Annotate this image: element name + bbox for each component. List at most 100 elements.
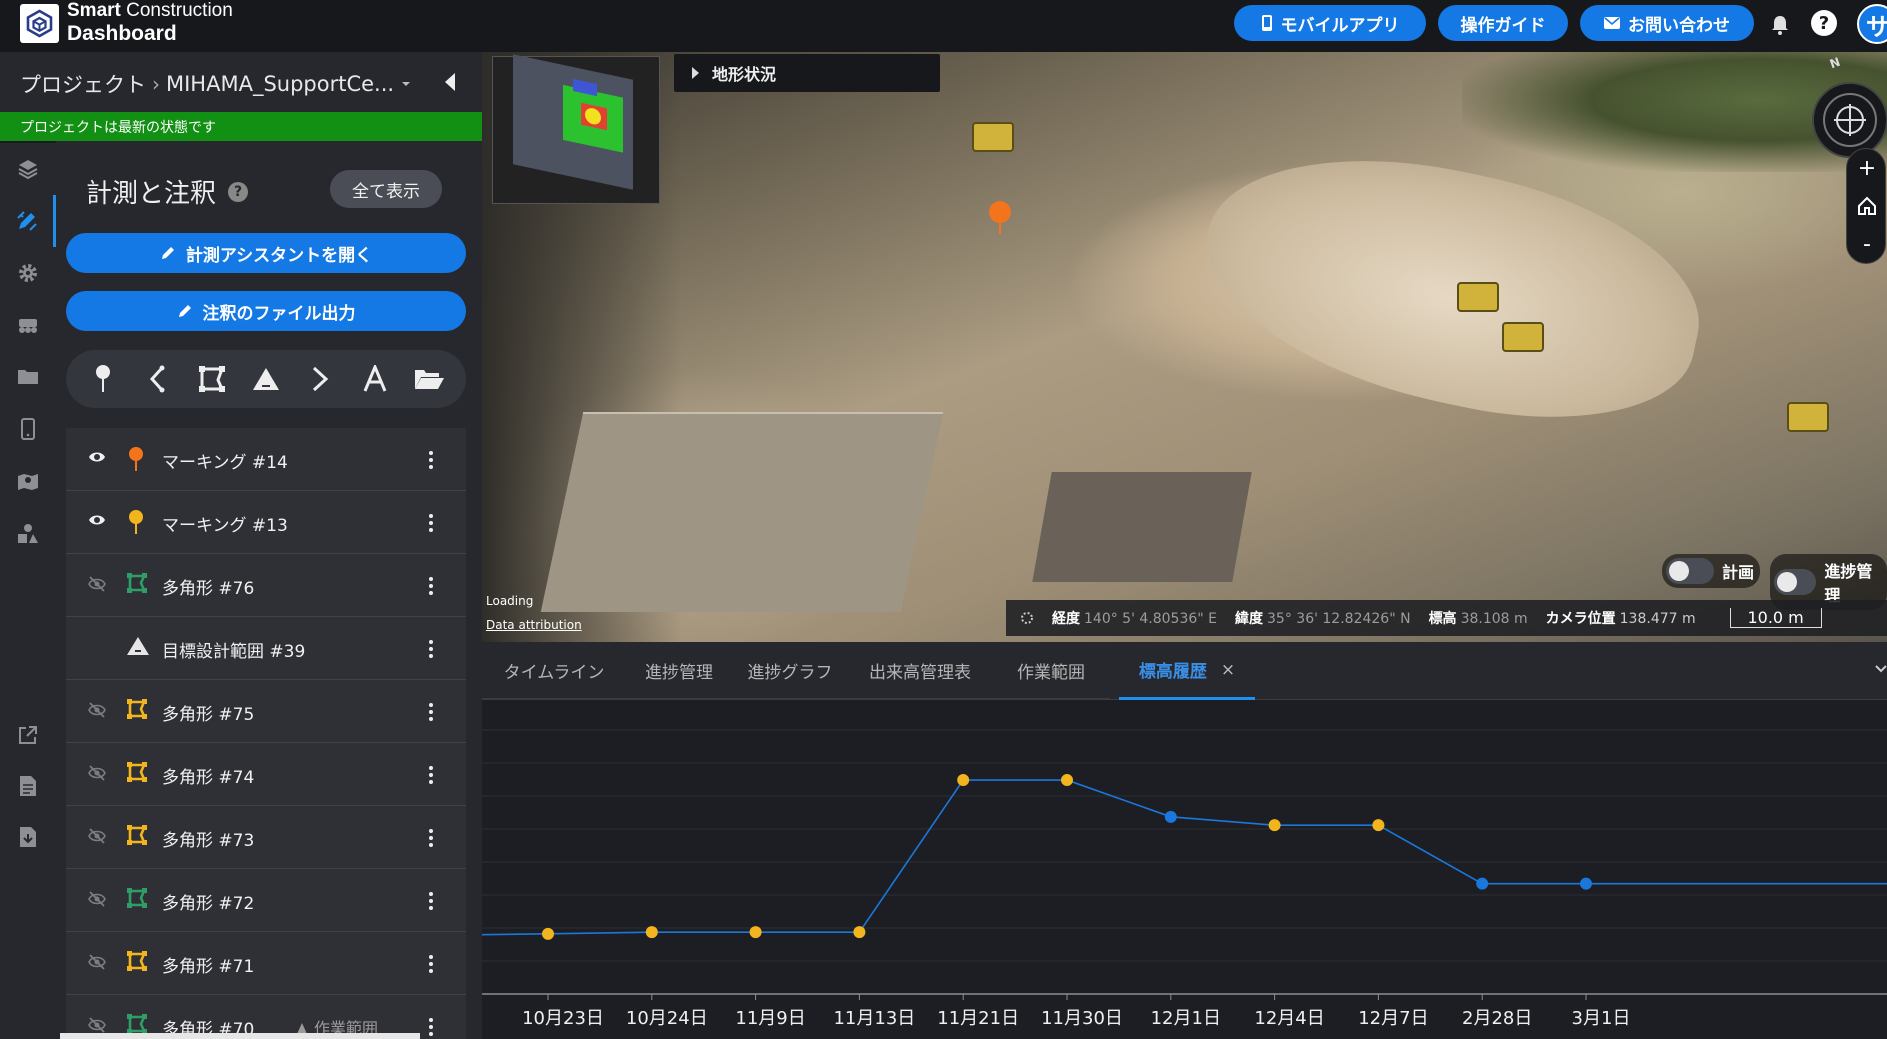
folder-tool-icon[interactable] <box>411 361 447 397</box>
collapse-panel-icon[interactable] <box>440 70 460 94</box>
more-menu-icon[interactable] <box>426 574 436 598</box>
tab-work-area[interactable]: 作業範囲 <box>992 642 1110 700</box>
data-point[interactable] <box>853 926 866 939</box>
annotation-row[interactable]: マーキング #13 <box>66 491 466 554</box>
contact-button[interactable]: お問い合わせ <box>1580 5 1754 41</box>
plan-switch[interactable] <box>1666 558 1714 584</box>
user-avatar[interactable]: サ <box>1857 4 1887 44</box>
chevron-down-icon[interactable] <box>400 80 412 88</box>
text-tool-icon[interactable] <box>357 361 393 397</box>
rail-machines[interactable] <box>0 299 56 351</box>
rail-download[interactable] <box>0 811 56 863</box>
eye-icon[interactable] <box>88 513 106 527</box>
plan-toggle[interactable]: 計画 <box>1662 554 1761 588</box>
tab-progress-graph[interactable]: 進捗グラフ <box>732 642 848 700</box>
pencil-icon <box>178 305 191 317</box>
annotation-row[interactable]: 目標設計範囲 #39 <box>66 617 466 680</box>
more-menu-icon[interactable] <box>426 511 436 535</box>
rail-external-link[interactable] <box>0 709 56 761</box>
tab-elevation-history[interactable]: 標高履歴 × <box>1119 642 1255 700</box>
data-point[interactable] <box>1268 819 1281 832</box>
data-point[interactable] <box>1164 810 1177 823</box>
annotation-row[interactable]: 多角形 #72 <box>66 869 466 932</box>
data-point[interactable] <box>645 926 658 939</box>
annotation-row[interactable]: 多角形 #75 <box>66 680 466 743</box>
rail-map[interactable] <box>0 455 56 507</box>
polygon-tool-icon[interactable] <box>194 361 230 397</box>
rail-mobile[interactable] <box>0 403 56 455</box>
horizontal-scrollbar[interactable] <box>60 1033 420 1039</box>
annotation-row[interactable]: 多角形 #73 <box>66 806 466 869</box>
eye-icon[interactable] <box>88 450 106 464</box>
close-tab-icon[interactable]: × <box>1221 660 1235 680</box>
rail-settings[interactable] <box>0 247 56 299</box>
minimap[interactable] <box>492 54 660 204</box>
triangle-icon <box>127 637 149 655</box>
angle-tool-icon[interactable] <box>302 361 338 397</box>
eye-off-icon[interactable] <box>88 765 106 781</box>
eye-off-icon[interactable] <box>88 702 106 718</box>
data-point[interactable] <box>1372 819 1385 832</box>
tab-timeline[interactable]: タイムライン <box>482 642 626 700</box>
open-measure-assistant-button[interactable]: 計測アシスタントを開く <box>66 233 466 273</box>
data-point[interactable] <box>1580 877 1592 890</box>
map-viewport[interactable]: 地形状況 N + - 計画 進捗管理 Loading Data attribut… <box>482 52 1887 642</box>
more-menu-icon[interactable] <box>426 889 436 913</box>
map-machine <box>972 122 1014 152</box>
export-annotations-button[interactable]: 注釈のファイル出力 <box>66 291 466 331</box>
more-menu-icon[interactable] <box>426 448 436 472</box>
terrain-status-bar[interactable]: 地形状況 <box>674 54 940 92</box>
data-point[interactable] <box>957 774 970 787</box>
more-menu-icon[interactable] <box>426 826 436 850</box>
zoom-in-button[interactable]: + <box>1847 149 1887 187</box>
more-menu-icon[interactable] <box>426 637 436 661</box>
guide-button[interactable]: 操作ガイド <box>1438 5 1568 41</box>
data-point[interactable] <box>1476 877 1489 890</box>
bell-icon[interactable] <box>1767 12 1793 38</box>
tab-progress-management[interactable]: 進捗管理 <box>626 642 732 700</box>
breadcrumb[interactable]: プロジェクト › MIHAMA_SupportCe... <box>20 69 412 99</box>
tab-volume-table[interactable]: 出来高管理表 <box>848 642 992 700</box>
x-tick-label: 11月9日 <box>735 1008 805 1029</box>
marker-tool-icon[interactable] <box>85 361 121 397</box>
annotation-row[interactable]: 多角形 #71 <box>66 932 466 995</box>
more-menu-icon[interactable] <box>426 700 436 724</box>
data-point[interactable] <box>1061 774 1073 787</box>
data-attribution-link[interactable]: Data attribution <box>486 618 582 632</box>
eye-off-icon[interactable] <box>88 576 106 592</box>
eye-off-icon[interactable] <box>88 1017 106 1033</box>
eye-off-icon[interactable] <box>88 828 106 844</box>
mobile-app-button[interactable]: モバイルアプリ <box>1234 5 1426 41</box>
project-name[interactable]: MIHAMA_SupportCe... <box>166 72 394 96</box>
polyline-tool-icon[interactable] <box>139 361 175 397</box>
show-all-button[interactable]: 全て表示 <box>330 170 442 208</box>
help-icon[interactable]: ? <box>1811 10 1837 36</box>
progress-switch[interactable] <box>1774 569 1817 595</box>
more-menu-icon[interactable] <box>426 952 436 976</box>
more-menu-icon[interactable] <box>426 1015 436 1039</box>
zoom-out-button[interactable]: - <box>1847 225 1887 263</box>
breadcrumb-root[interactable]: プロジェクト <box>20 69 146 99</box>
map-marker-icon[interactable] <box>987 200 1013 236</box>
caret-right-icon <box>692 67 699 79</box>
data-point[interactable] <box>542 927 554 940</box>
rail-document[interactable] <box>0 760 56 812</box>
rail-objects[interactable] <box>0 507 56 559</box>
annotation-row[interactable]: マーキング #14 <box>66 428 466 491</box>
eye-off-icon[interactable] <box>88 891 106 907</box>
rail-files[interactable] <box>0 351 56 403</box>
rail-measure[interactable] <box>0 195 56 247</box>
eye-off-icon[interactable] <box>88 954 106 970</box>
rail-layers[interactable] <box>0 143 56 195</box>
app-logo[interactable] <box>20 4 59 43</box>
annotation-row[interactable]: 多角形 #76 <box>66 554 466 617</box>
chevron-down-icon[interactable] <box>1874 664 1887 674</box>
more-menu-icon[interactable] <box>426 763 436 787</box>
annotation-row[interactable]: 多角形 #74 <box>66 743 466 806</box>
data-point[interactable] <box>749 926 762 939</box>
navigation-compass[interactable] <box>1812 82 1887 158</box>
shapes-icon <box>18 524 38 543</box>
home-button[interactable] <box>1847 187 1887 225</box>
triangle-tool-icon[interactable] <box>248 361 284 397</box>
question-icon[interactable]: ? <box>228 181 249 202</box>
